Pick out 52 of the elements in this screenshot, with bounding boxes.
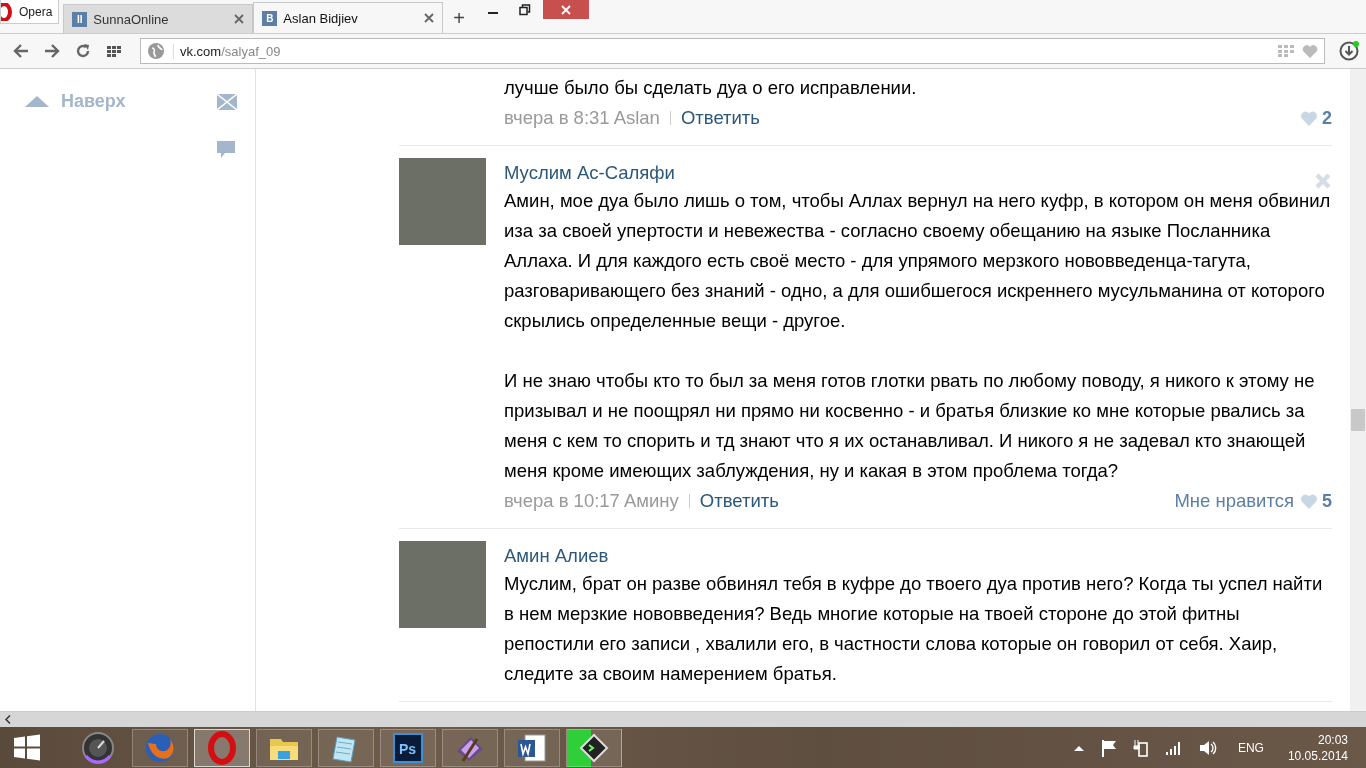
restore-icon (519, 3, 532, 16)
close-tab-icon[interactable] (234, 14, 245, 24)
scroll-left-icon[interactable] (5, 715, 11, 724)
browser-tab[interactable]: II SunnaOnline (63, 4, 254, 33)
word-app-icon[interactable] (504, 728, 560, 767)
new-tab-button[interactable]: + (443, 4, 476, 33)
signal-icon[interactable] (1164, 739, 1183, 756)
close-tab-icon[interactable] (424, 13, 435, 23)
horizontal-scrollbar[interactable] (0, 711, 1366, 727)
forward-icon[interactable] (43, 42, 61, 60)
site-favicon: B (262, 10, 278, 26)
opera-app-icon[interactable] (194, 728, 250, 767)
comment-time: вчера в 8:31 (504, 107, 610, 129)
site-favicon: II (72, 11, 88, 27)
like-count: 5 (1322, 490, 1332, 512)
close-button[interactable] (543, 0, 590, 19)
up-arrow-icon (25, 94, 49, 109)
photoshop-app-icon[interactable]: Ps (380, 728, 436, 767)
globe-icon (147, 42, 165, 60)
speaker-icon[interactable] (1198, 739, 1217, 756)
comment-text: Амин, мое дуа было лишь о том, чтобы Аллах вернул на него куфр, в котором он меня обвинил иза за своей упертости и невежества - согласно своему обещанию на языке Посланника Аллаха. И для каждого есть своё место - для упрямого мерзкого нововведенца-тагута, разговаривающего без знаний - одно, а для ошибшегося искреннего мусульманина от которого скрылись определенные вещи - другое. (504, 189, 1332, 333)
terminal-app-icon[interactable] (566, 728, 622, 767)
clock[interactable]: 20:03 10.05.2014 (1287, 731, 1348, 764)
comment-time: вчера в 10:17 (504, 490, 620, 512)
close-icon (560, 3, 573, 16)
tab-title: SunnaOnline (93, 11, 169, 27)
tab-title: Aslan Bidjiev (283, 10, 358, 26)
vertical-scrollbar[interactable] (1350, 69, 1366, 711)
minimize-icon (488, 12, 499, 14)
reload-icon[interactable] (74, 42, 92, 60)
opera-menu-button[interactable]: Opera (0, 0, 60, 24)
like-count: 2 (1322, 107, 1332, 129)
comment-text: Муслим, брат он разве обвинял тебя в куфре до твоего дуа против него? Когда ты успел найти в нем мерзкие нововведения? Ведь многие которые на твоей стороне до этой фитны репостили его записи , хвалили его, в частности слова которые он говорил от себя. Хаир, следите за своим намерением братья. (504, 572, 1324, 686)
author-link[interactable]: Муслим Ас-Саляфи (504, 162, 1332, 184)
comment-text: И не знаю чтобы кто то был за меня готов глотки рвать по любому поводу, я никого к этому не призывал и не поощрял ни прямо ни косвенно - и братья близкие ко мне которые рвались за меня с кем то спорить и тд знают что я их останавливал. И никого я не задевал кто знающей меня кроме имеющих заблуждения, ну и какая в этом проблема тогда? (504, 369, 1316, 483)
author-link[interactable]: Амин Алиев (504, 545, 1332, 567)
reply-link[interactable]: Ответить (680, 107, 760, 129)
back-icon[interactable] (12, 42, 30, 60)
folder-app-icon[interactable] (256, 728, 312, 767)
flag-icon[interactable] (1100, 738, 1117, 757)
reply-link[interactable]: Ответить (699, 490, 779, 512)
input-language-indicator[interactable]: ENG (1237, 740, 1264, 755)
show-hidden-icons-icon[interactable] (1072, 743, 1085, 752)
browser-tab[interactable]: B Aslan Bidjiev (253, 2, 444, 33)
like-label[interactable]: Мне нравится (1174, 490, 1294, 512)
battery-icon[interactable] (1132, 738, 1149, 757)
image-viewer-app-icon[interactable] (442, 728, 498, 767)
windows-start-icon[interactable] (12, 732, 42, 763)
opera-logo-icon (1, 2, 13, 21)
notepad-app-icon[interactable] (318, 728, 374, 767)
download-icon[interactable] (1338, 40, 1360, 62)
comment-text: лучше было бы сделать дуа о его исправлении. (504, 76, 918, 100)
